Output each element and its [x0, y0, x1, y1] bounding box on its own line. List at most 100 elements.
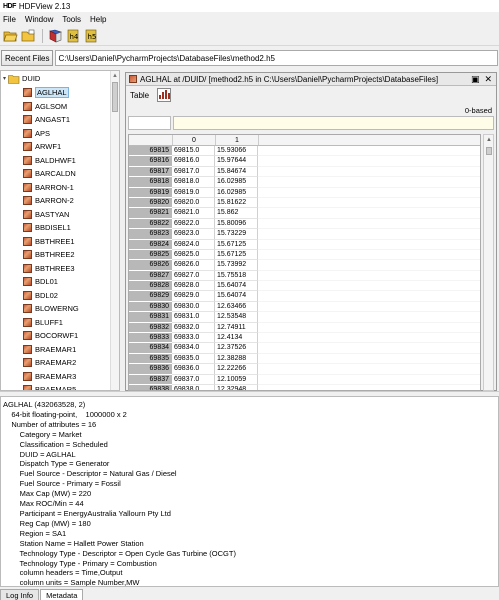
table-cell[interactable]: 69836.0: [172, 364, 215, 375]
tree-item[interactable]: BDL01: [23, 275, 58, 288]
table-cell[interactable]: 69829.0: [172, 291, 215, 302]
table-cell[interactable]: 12.63466: [215, 301, 258, 313]
row-header[interactable]: 69836: [129, 364, 172, 375]
row-header[interactable]: 69827: [129, 270, 172, 282]
tree-item[interactable]: BRAEMAR1: [23, 343, 76, 356]
table-cell[interactable]: 69824.0: [172, 239, 215, 250]
table-cell[interactable]: 15.81622: [215, 197, 258, 209]
table-cell[interactable]: 12.10059: [215, 374, 258, 385]
line-plot-button[interactable]: [157, 88, 172, 102]
table-cell[interactable]: 69832.0: [172, 322, 215, 334]
row-header[interactable]: 69817: [129, 166, 172, 178]
close-window-icon[interactable]: ✕: [484, 74, 492, 85]
column-header-0[interactable]: 0: [172, 135, 215, 145]
table-cell[interactable]: 69837.0: [172, 374, 215, 385]
column-header-1[interactable]: 1: [215, 135, 258, 145]
tree-item[interactable]: BARCALDN: [23, 167, 76, 180]
row-header[interactable]: 69831: [129, 312, 172, 323]
row-header[interactable]: 69824: [129, 239, 172, 250]
table-cell[interactable]: 69834.0: [172, 343, 215, 354]
table-cell[interactable]: 16.02985: [215, 187, 258, 198]
scroll-up-icon[interactable]: ▲: [112, 73, 118, 79]
table-cell[interactable]: 15.80096: [215, 218, 258, 230]
recent-files-button[interactable]: Recent Files: [1, 50, 54, 66]
table-cell[interactable]: 15.93066: [215, 146, 258, 157]
table-cell[interactable]: 15.97644: [215, 156, 258, 167]
table-cell[interactable]: 69822.0: [172, 218, 215, 230]
tree-item[interactable]: BBDISEL1: [23, 221, 71, 234]
table-cell[interactable]: 69826.0: [172, 260, 215, 271]
row-header[interactable]: 69828: [129, 281, 172, 292]
table-cell[interactable]: 12.37526: [215, 343, 258, 354]
tree-item[interactable]: BARRON-2: [23, 194, 74, 207]
row-header[interactable]: 69821: [129, 208, 172, 219]
table-cell[interactable]: 69819.0: [172, 187, 215, 198]
user-guide-button[interactable]: [47, 28, 63, 44]
close-file-button[interactable]: [20, 28, 36, 44]
tree-scroll-thumb[interactable]: [112, 82, 118, 112]
tree-item[interactable]: BRAEMAR3: [23, 370, 76, 383]
tree-item[interactable]: ARWF1: [23, 140, 61, 153]
table-cell[interactable]: 69835.0: [172, 353, 215, 365]
table-cell[interactable]: 15.862: [215, 208, 258, 219]
row-header[interactable]: 69826: [129, 260, 172, 271]
row-header[interactable]: 69829: [129, 291, 172, 302]
row-header[interactable]: 69832: [129, 322, 172, 334]
table-cell[interactable]: 69831.0: [172, 312, 215, 323]
tree-item[interactable]: BDL02: [23, 289, 58, 302]
row-header[interactable]: 69830: [129, 301, 172, 313]
table-cell[interactable]: 15.67125: [215, 239, 258, 250]
table-cell[interactable]: 15.84674: [215, 166, 258, 178]
row-header[interactable]: 69835: [129, 353, 172, 365]
table-cell[interactable]: 69827.0: [172, 270, 215, 282]
tab-log-info[interactable]: Log Info: [0, 589, 40, 600]
table-cell[interactable]: 12.53548: [215, 312, 258, 323]
table-cell[interactable]: 15.64074: [215, 291, 258, 302]
tree-item[interactable]: BLOWERNG: [23, 302, 79, 315]
table-cell[interactable]: 15.64074: [215, 281, 258, 292]
row-header[interactable]: 69815: [129, 146, 172, 157]
table-cell[interactable]: 15.73229: [215, 229, 258, 240]
tree-item[interactable]: BALDHWF1: [23, 154, 76, 167]
tree-item[interactable]: BASTYAN: [23, 208, 69, 221]
table-cell[interactable]: 16.02985: [215, 177, 258, 188]
row-header[interactable]: 69834: [129, 343, 172, 354]
restore-window-icon[interactable]: ▣: [471, 74, 480, 85]
table-cell[interactable]: 12.38288: [215, 353, 258, 365]
menu-file[interactable]: File: [3, 15, 16, 24]
tree-item[interactable]: BLUFF1: [23, 316, 63, 329]
cell-value-field[interactable]: [173, 116, 494, 130]
table-cell[interactable]: 12.74911: [215, 322, 258, 334]
table-cell[interactable]: 69825.0: [172, 249, 215, 261]
tree-scrollbar[interactable]: ▲: [110, 71, 119, 390]
grid-vertical-scrollbar[interactable]: ▲: [483, 134, 494, 391]
row-header[interactable]: 69822: [129, 218, 172, 230]
table-cell[interactable]: 15.67125: [215, 249, 258, 261]
tree-item[interactable]: BRAEMAR5: [23, 383, 76, 390]
table-cell[interactable]: 69817.0: [172, 166, 215, 178]
grid-scroll-up-icon[interactable]: ▲: [486, 137, 492, 143]
row-header[interactable]: 69820: [129, 197, 172, 209]
table-cell[interactable]: 12.22266: [215, 364, 258, 375]
tree-item[interactable]: BRAEMAR2: [23, 356, 76, 369]
table-cell[interactable]: 69818.0: [172, 177, 215, 188]
table-cell[interactable]: 12.4134: [215, 333, 258, 344]
table-cell[interactable]: 69820.0: [172, 197, 215, 209]
grid-scroll-thumb[interactable]: [486, 147, 492, 155]
tab-metadata[interactable]: Metadata: [40, 589, 84, 600]
row-header[interactable]: 69818: [129, 177, 172, 188]
collapse-toggle-icon[interactable]: ▾: [3, 75, 6, 82]
h5-guide-button[interactable]: h5: [83, 28, 99, 44]
menu-window[interactable]: Window: [25, 15, 53, 24]
table-cell[interactable]: 69821.0: [172, 208, 215, 219]
table-cell[interactable]: 69823.0: [172, 229, 215, 240]
menu-tools[interactable]: Tools: [62, 15, 81, 24]
table-cell[interactable]: 69816.0: [172, 156, 215, 167]
tree-root-duid[interactable]: ▾ DUID: [3, 73, 40, 84]
row-header[interactable]: 69837: [129, 374, 172, 385]
tree-item[interactable]: APS: [23, 127, 50, 140]
tree-item[interactable]: BOCORWF1: [23, 329, 78, 342]
row-header[interactable]: 69819: [129, 187, 172, 198]
tree-item[interactable]: BBTHREE2: [23, 248, 75, 261]
table-cell[interactable]: 15.73992: [215, 260, 258, 271]
